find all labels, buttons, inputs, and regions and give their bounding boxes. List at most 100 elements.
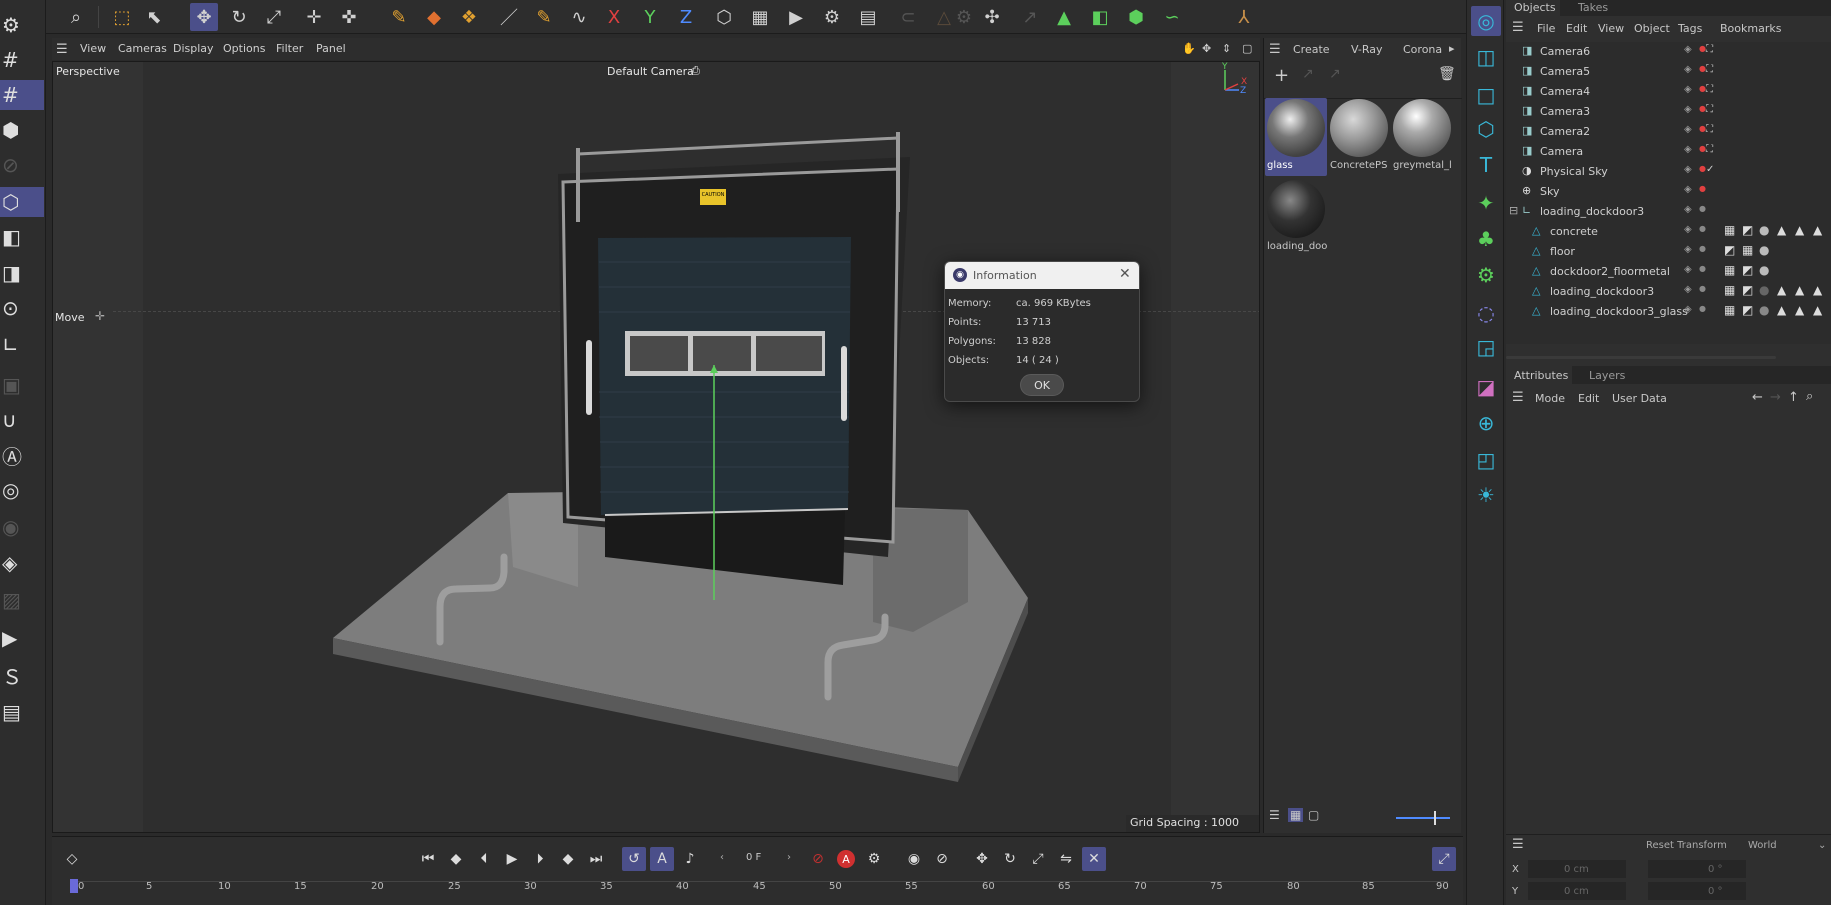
- knife-icon[interactable]: ✎: [530, 3, 558, 31]
- up-arrow-icon[interactable]: ↑: [1788, 390, 1799, 405]
- settings-gear-icon[interactable]: ⚙: [0, 10, 44, 40]
- tab-layers[interactable]: Layers: [1589, 369, 1625, 382]
- visibility-dots-icon[interactable]: ●: [1699, 84, 1706, 93]
- parameter-key-icon[interactable]: ⇋: [1054, 847, 1078, 871]
- soft-selection-icon[interactable]: Ⓐ: [0, 440, 44, 470]
- previous-frame-icon[interactable]: ⏴: [472, 847, 496, 871]
- material-concreteps-thumbnail[interactable]: [1330, 99, 1388, 157]
- move-points-icon[interactable]: ✛: [300, 3, 328, 31]
- viewport-menu-panel[interactable]: Panel: [316, 42, 346, 55]
- visibility-dots-icon[interactable]: ●: [1699, 44, 1706, 53]
- box-green-icon[interactable]: ⬢: [1122, 3, 1150, 31]
- text-object-icon[interactable]: T: [1471, 150, 1501, 180]
- coordinate-system-icon[interactable]: ⬡: [710, 3, 738, 31]
- cloner-icon[interactable]: ✦: [1471, 188, 1501, 218]
- visibility-dots-icon[interactable]: ●: [1699, 144, 1706, 153]
- material-glass-thumbnail[interactable]: [1267, 99, 1325, 157]
- phong-tag-icon[interactable]: ▲: [1795, 283, 1804, 297]
- object-menu-hamburger-icon[interactable]: ☰: [1512, 20, 1524, 35]
- phong-tag-icon[interactable]: ▲: [1777, 303, 1786, 317]
- modeling-axis-icon[interactable]: ✣: [978, 3, 1006, 31]
- snap-icon[interactable]: ⊂: [894, 3, 922, 31]
- material-loading-door-thumbnail[interactable]: [1267, 180, 1325, 238]
- frame-decrement-icon[interactable]: ‹: [720, 852, 724, 863]
- point-level-animation-icon[interactable]: ✕: [1082, 847, 1106, 871]
- scripts-icon[interactable]: Ｓ: [0, 660, 44, 690]
- enabled-check-icon[interactable]: ✓: [1706, 164, 1714, 175]
- loop-icon[interactable]: ↺: [622, 847, 646, 871]
- motion-system-icon[interactable]: ⊘: [930, 847, 954, 871]
- attributes-menu-user-data[interactable]: User Data: [1612, 392, 1667, 405]
- snap-settings-icon[interactable]: ◎: [0, 475, 44, 505]
- coordinate-space-select[interactable]: World: [1748, 840, 1777, 851]
- visibility-dots-icon[interactable]: ●: [1699, 104, 1706, 113]
- viewport-solo-icon[interactable]: ◈: [0, 548, 44, 578]
- material-menu-corona[interactable]: Corona: [1403, 43, 1442, 56]
- phong-tag-icon[interactable]: ▲: [1813, 223, 1822, 237]
- rotation-key-icon[interactable]: ↻: [998, 847, 1022, 871]
- zoom-view-icon[interactable]: ⇕: [1222, 42, 1231, 55]
- object-row-loading-dockdoor3-group[interactable]: ⊟ ∟ loading_dockdoor3 ◈ ●: [1506, 202, 1831, 222]
- visibility-dots-icon[interactable]: ●: [1699, 224, 1706, 233]
- previous-key-icon[interactable]: ◆: [444, 847, 468, 871]
- material-concreteps-label[interactable]: ConcretePS: [1330, 160, 1390, 171]
- effector-icon[interactable]: ⚙: [1471, 260, 1501, 290]
- model-mode-icon[interactable]: ⬢: [0, 115, 44, 145]
- coordinates-hamburger-icon[interactable]: ☰: [1512, 837, 1524, 852]
- deformer-green-icon[interactable]: ∽: [1158, 3, 1186, 31]
- camera-tool-icon[interactable]: ◰: [1471, 445, 1501, 475]
- texture-tag-icon[interactable]: ◩: [1742, 303, 1753, 317]
- playback-rate-icon[interactable]: A: [650, 847, 674, 871]
- tab-takes[interactable]: Takes: [1578, 1, 1608, 14]
- live-selection-icon[interactable]: ⬚: [108, 3, 136, 31]
- attributes-menu-edit[interactable]: Edit: [1578, 392, 1599, 405]
- camera-tag-icon[interactable]: ⛶: [1706, 64, 1713, 75]
- material-tag-icon[interactable]: ●: [1759, 263, 1769, 277]
- move-tool-icon[interactable]: ✥: [190, 3, 218, 31]
- material-glass-label[interactable]: glass: [1267, 160, 1327, 171]
- phong-tag-icon[interactable]: ▲: [1777, 283, 1786, 297]
- thumbnail-size-slider-handle[interactable]: [1434, 811, 1436, 825]
- object-row-camera4[interactable]: ◨ Camera4 ◈ ● ⛶: [1506, 82, 1831, 102]
- keyframe-mode-icon[interactable]: ◉: [902, 847, 926, 871]
- axis-z-lock-icon[interactable]: Z: [672, 3, 700, 31]
- phong-tag-icon[interactable]: ▲: [1777, 223, 1786, 237]
- polygon-pen-icon[interactable]: ∿: [565, 3, 593, 31]
- material-greymetal-label[interactable]: greymetal_l: [1393, 160, 1453, 171]
- texture-mode-icon[interactable]: ⊘: [0, 150, 44, 180]
- next-frame-icon[interactable]: ⏵: [528, 847, 552, 871]
- object-row-camera3[interactable]: ◨ Camera3 ◈ ● ⛶: [1506, 102, 1831, 122]
- render-queue-icon[interactable]: ▤: [854, 3, 882, 31]
- camera-tag-icon[interactable]: ⛶: [1706, 84, 1713, 95]
- search-icon[interactable]: ⌕: [1806, 389, 1813, 404]
- hamburger-menu-icon[interactable]: ☰: [56, 42, 68, 57]
- tab-attributes-label[interactable]: Attributes: [1514, 369, 1568, 382]
- go-to-end-icon[interactable]: ⏭: [584, 847, 608, 871]
- object-row-loading-dockdoor3[interactable]: △ loading_dockdoor3 ◈ ● ▦ ◩ ● ▲ ▲ ▲: [1506, 282, 1831, 302]
- selection-filter-icon[interactable]: ⬉: [140, 3, 168, 31]
- object-row-sky[interactable]: ⊕ Sky ◈ ●: [1506, 182, 1831, 202]
- visibility-dots-icon[interactable]: ●: [1699, 124, 1706, 133]
- search-icon[interactable]: ⌕: [62, 3, 90, 31]
- uvw-tag-icon[interactable]: ▦: [1724, 283, 1735, 297]
- uvw-tag-icon[interactable]: ▦: [1724, 263, 1735, 277]
- texture-tag-icon[interactable]: ◩: [1724, 243, 1735, 257]
- timeline-expand-icon[interactable]: ⤢: [1432, 847, 1456, 871]
- next-key-icon[interactable]: ◆: [556, 847, 580, 871]
- object-row-camera[interactable]: ◨ Camera ◈ ● ⛶: [1506, 142, 1831, 162]
- object-row-dockdoor2-floormetal[interactable]: △ dockdoor2_floormetal ◈ ● ▦ ◩ ●: [1506, 262, 1831, 282]
- camera-object-icon[interactable]: ◫: [1471, 42, 1501, 72]
- object-menu-object[interactable]: Object: [1634, 22, 1670, 35]
- collapse-icon[interactable]: ⊟: [1509, 204, 1518, 217]
- delete-material-icon[interactable]: 🗑: [1438, 66, 1456, 82]
- uvw-tag-icon[interactable]: ▦: [1742, 243, 1753, 257]
- viewport-menu-cameras[interactable]: Cameras: [118, 42, 167, 55]
- object-row-camera6[interactable]: ◨ Camera6 ◈ ● ⛶: [1506, 42, 1831, 62]
- viewport-menu-view[interactable]: View: [80, 42, 106, 55]
- workplane-grid-icon[interactable]: #: [0, 80, 44, 110]
- current-frame-field[interactable]: 0 F: [746, 852, 761, 863]
- scale-tool-icon[interactable]: ⤢: [260, 3, 288, 31]
- axis-mode-icon[interactable]: ∟: [0, 330, 44, 360]
- object-row-concrete[interactable]: △ concrete ◈ ● ▦ ◩ ● ▲ ▲ ▲: [1506, 222, 1831, 242]
- uvw-tag-icon[interactable]: ▦: [1724, 303, 1735, 317]
